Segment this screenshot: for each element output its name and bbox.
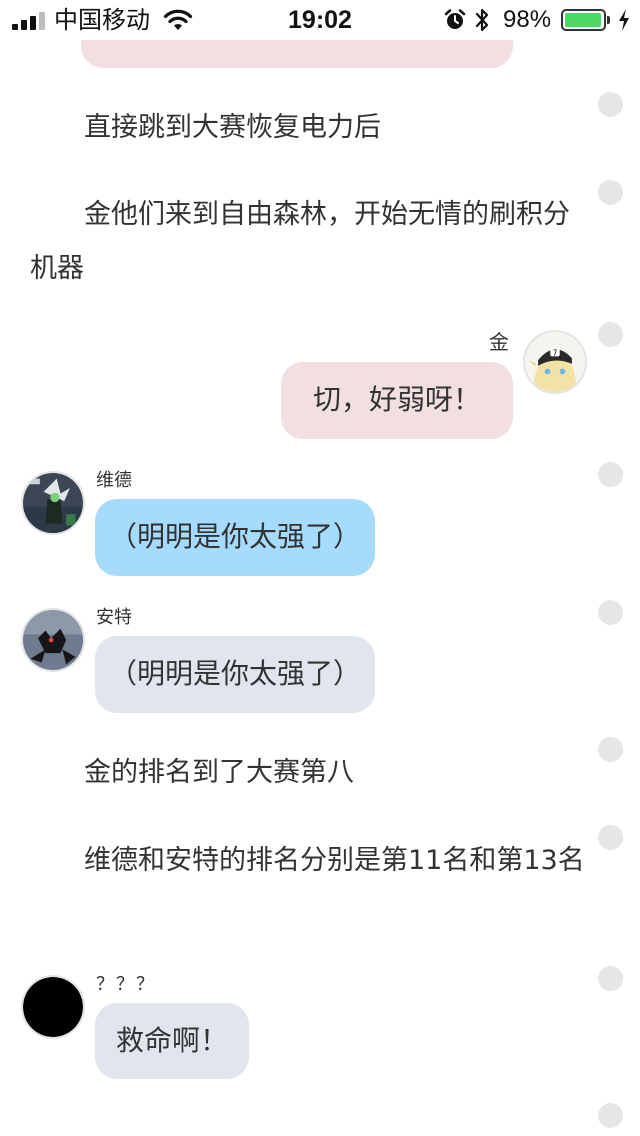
battery-level-fill <box>565 13 601 27</box>
avatar[interactable] <box>21 471 85 535</box>
avatar-image <box>23 977 83 1037</box>
chat-screen: 中国移动 19:02 98% 直接跳到大赛恢复电力后 金他们来到自由森林，开始无… <box>0 0 640 1136</box>
reaction-dot-icon[interactable] <box>598 92 623 117</box>
status-bar: 中国移动 19:02 98% <box>0 0 640 40</box>
narration-text: 金他们来到自由森林，开始无情的刷积分机器 <box>30 199 570 284</box>
message-bubble[interactable]: （明明是你太强了） <box>95 499 375 576</box>
reaction-dot-icon[interactable] <box>598 966 623 991</box>
charging-icon <box>617 8 631 32</box>
reaction-dot-icon[interactable] <box>598 180 623 205</box>
narration-text: 金的排名到了大赛第八 <box>84 757 354 788</box>
message-bubble[interactable]: 救命啊！ <box>95 1003 249 1079</box>
sender-name: 金 <box>489 330 509 354</box>
battery-icon <box>561 9 606 31</box>
sender-name: ？？？ <box>96 974 156 995</box>
avatar-image <box>23 473 83 533</box>
sender-name: 维德 <box>96 470 132 491</box>
alarm-icon <box>444 9 466 31</box>
reaction-dot-icon[interactable] <box>598 322 623 347</box>
narration-text: 直接跳到大赛恢复电力后 <box>84 112 381 143</box>
avatar-image <box>23 610 83 670</box>
svg-text:7: 7 <box>553 348 558 357</box>
avatar[interactable]: 7 <box>523 330 587 394</box>
battery-percent: 98% <box>503 6 552 33</box>
battery-terminal <box>607 16 610 24</box>
reaction-dot-icon[interactable] <box>598 825 623 850</box>
narration-text: 维德和安特的排名分别是第11名和第13名 <box>84 845 585 876</box>
reaction-dot-icon[interactable] <box>598 1103 623 1128</box>
sender-name: 安特 <box>96 607 132 628</box>
bluetooth-icon <box>474 7 490 33</box>
avatar-image: 7 <box>525 332 585 392</box>
reaction-dot-icon[interactable] <box>598 737 623 762</box>
reaction-dot-icon[interactable] <box>598 600 623 625</box>
message-bubble[interactable]: （明明是你太强了） <box>95 636 375 713</box>
avatar[interactable] <box>21 608 85 672</box>
avatar[interactable] <box>21 975 85 1039</box>
message-bubble[interactable]: 切，好弱呀！ <box>281 362 513 439</box>
reaction-dot-icon[interactable] <box>598 462 623 487</box>
